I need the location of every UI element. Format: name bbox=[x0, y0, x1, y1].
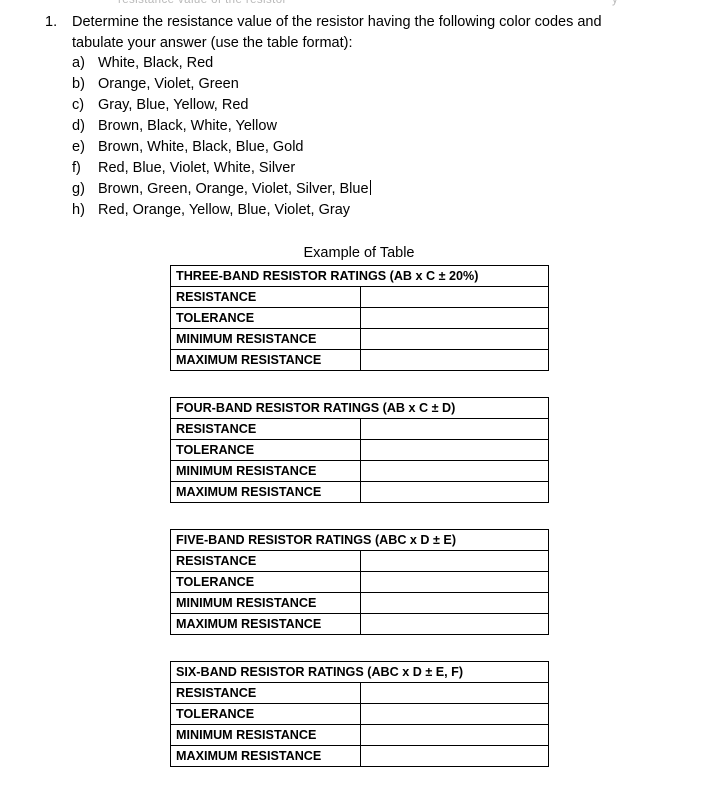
row-label-resistance: RESISTANCE bbox=[170, 550, 361, 572]
table-row: TOLERANCE bbox=[170, 703, 549, 725]
row-label-resistance: RESISTANCE bbox=[170, 418, 361, 440]
list-item-marker: c) bbox=[72, 97, 85, 113]
row-label-tolerance: TOLERANCE bbox=[170, 703, 361, 725]
table-header-cell: FIVE-BAND RESISTOR RATINGS (ABC x D ± E) bbox=[170, 529, 549, 551]
table-row: RESISTANCE bbox=[170, 682, 549, 704]
list-item-marker: a) bbox=[72, 55, 85, 71]
table-row: RESISTANCE bbox=[170, 418, 550, 440]
row-label-resistance: RESISTANCE bbox=[170, 682, 361, 704]
list-item-label: Red, Orange, Yellow, Blue, Violet, Gray bbox=[98, 202, 351, 218]
list-item-label: Red, Blue, Violet, White, Silver bbox=[98, 160, 296, 176]
row-value-maximum-resistance[interactable] bbox=[359, 481, 550, 503]
table-row: RESISTANCE bbox=[170, 286, 549, 308]
row-label-tolerance: TOLERANCE bbox=[170, 439, 361, 461]
table-header-cell: FOUR-BAND RESISTOR RATINGS (AB x C ± D) bbox=[169, 397, 550, 419]
table-row: MINIMUM RESISTANCE bbox=[170, 328, 549, 350]
table-row: MAXIMUM RESISTANCE bbox=[170, 349, 549, 371]
row-label-maximum-resistance: MAXIMUM RESISTANCE bbox=[170, 349, 361, 371]
list-item-marker: d) bbox=[72, 118, 85, 134]
list-item-label: White, Black, Red bbox=[98, 55, 214, 71]
question-block: 1. Determine the resistance value of the… bbox=[45, 12, 685, 221]
list-item-text: Brown, Green, Orange, Violet, Silver, Bl… bbox=[98, 181, 369, 197]
list-item-label: Gray, Blue, Yellow, Red bbox=[98, 97, 249, 113]
row-label-maximum-resistance: MAXIMUM RESISTANCE bbox=[170, 481, 361, 503]
row-label-resistance: RESISTANCE bbox=[170, 286, 361, 308]
row-label-minimum-resistance: MINIMUM RESISTANCE bbox=[170, 328, 361, 350]
list-item: d) Brown, Black, White, Yellow bbox=[72, 116, 685, 137]
list-item-marker: g) bbox=[72, 181, 85, 197]
list-item: c) Gray, Blue, Yellow, Red bbox=[72, 95, 685, 116]
question-text: Determine the resistance value of the re… bbox=[72, 12, 685, 53]
list-item: b) Orange, Violet, Green bbox=[72, 74, 685, 95]
three-band-resistor-table: THREE-BAND RESISTOR RATINGS (AB x C ± 20… bbox=[170, 265, 549, 371]
six-band-resistor-table: SIX-BAND RESISTOR RATINGS (ABC x D ± E, … bbox=[170, 661, 549, 767]
document-page: 1. Determine the resistance value of the… bbox=[0, 0, 722, 807]
list-item-label: Brown, Black, White, Yellow bbox=[98, 118, 277, 134]
row-label-maximum-resistance: MAXIMUM RESISTANCE bbox=[170, 613, 361, 635]
text-cursor-caret bbox=[369, 180, 371, 195]
table-header-row: THREE-BAND RESISTOR RATINGS (AB x C ± 20… bbox=[170, 265, 549, 287]
row-value-resistance[interactable] bbox=[360, 286, 549, 308]
row-value-minimum-resistance[interactable] bbox=[360, 724, 549, 746]
row-value-tolerance[interactable] bbox=[359, 439, 550, 461]
table-row: TOLERANCE bbox=[170, 439, 550, 461]
table-header-row: FOUR-BAND RESISTOR RATINGS (AB x C ± D) bbox=[169, 397, 550, 419]
table-row: MINIMUM RESISTANCE bbox=[170, 592, 549, 614]
table-header-row: SIX-BAND RESISTOR RATINGS (ABC x D ± E, … bbox=[170, 661, 549, 683]
row-value-maximum-resistance[interactable] bbox=[360, 745, 549, 767]
row-value-minimum-resistance[interactable] bbox=[360, 328, 549, 350]
table-row: MINIMUM RESISTANCE bbox=[170, 460, 550, 482]
list-item: a) White, Black, Red bbox=[72, 53, 685, 74]
list-item-label: Brown, White, Black, Blue, Gold bbox=[98, 139, 304, 155]
list-item: h) Red, Orange, Yellow, Blue, Violet, Gr… bbox=[72, 200, 685, 221]
table-row: MAXIMUM RESISTANCE bbox=[170, 745, 549, 767]
table-row: TOLERANCE bbox=[170, 307, 549, 329]
row-value-tolerance[interactable] bbox=[360, 307, 549, 329]
table-row: MAXIMUM RESISTANCE bbox=[170, 613, 549, 635]
row-value-maximum-resistance[interactable] bbox=[360, 349, 549, 371]
row-value-resistance[interactable] bbox=[360, 550, 549, 572]
list-item: e) Brown, White, Black, Blue, Gold bbox=[72, 137, 685, 158]
list-item-label: Brown, Green, Orange, Violet, Silver, Bl… bbox=[98, 179, 371, 200]
row-value-tolerance[interactable] bbox=[360, 571, 549, 593]
row-label-tolerance: TOLERANCE bbox=[170, 571, 361, 593]
list-item-marker: e) bbox=[72, 139, 85, 155]
row-value-maximum-resistance[interactable] bbox=[360, 613, 549, 635]
list-item: g) Brown, Green, Orange, Violet, Silver,… bbox=[72, 179, 685, 200]
row-label-maximum-resistance: MAXIMUM RESISTANCE bbox=[170, 745, 361, 767]
table-header-row: FIVE-BAND RESISTOR RATINGS (ABC x D ± E) bbox=[170, 529, 549, 551]
list-item-label: Orange, Violet, Green bbox=[98, 76, 239, 92]
row-value-resistance[interactable] bbox=[359, 418, 550, 440]
four-band-resistor-table: FOUR-BAND RESISTOR RATINGS (AB x C ± D) … bbox=[169, 397, 550, 503]
question-main: 1. Determine the resistance value of the… bbox=[45, 12, 685, 53]
row-value-minimum-resistance[interactable] bbox=[359, 460, 550, 482]
table-header-cell: THREE-BAND RESISTOR RATINGS (AB x C ± 20… bbox=[170, 265, 549, 287]
row-label-minimum-resistance: MINIMUM RESISTANCE bbox=[170, 592, 361, 614]
list-item-marker: h) bbox=[72, 202, 85, 218]
table-row: MINIMUM RESISTANCE bbox=[170, 724, 549, 746]
table-header-cell: SIX-BAND RESISTOR RATINGS (ABC x D ± E, … bbox=[170, 661, 549, 683]
question-number: 1. bbox=[45, 14, 58, 30]
list-item: f) Red, Blue, Violet, White, Silver bbox=[72, 158, 685, 179]
question-text-line-2: tabulate your answer (use the table form… bbox=[72, 34, 353, 51]
row-value-tolerance[interactable] bbox=[360, 703, 549, 725]
table-row: MAXIMUM RESISTANCE bbox=[170, 481, 550, 503]
row-value-resistance[interactable] bbox=[360, 682, 549, 704]
example-table-caption: Example of Table bbox=[303, 245, 415, 261]
table-row: RESISTANCE bbox=[170, 550, 549, 572]
question-text-line-1: Determine the resistance value of the re… bbox=[72, 14, 602, 30]
row-value-minimum-resistance[interactable] bbox=[360, 592, 549, 614]
row-label-minimum-resistance: MINIMUM RESISTANCE bbox=[170, 460, 361, 482]
list-item-marker: f) bbox=[72, 160, 81, 176]
five-band-resistor-table: FIVE-BAND RESISTOR RATINGS (ABC x D ± E)… bbox=[170, 529, 549, 635]
row-label-minimum-resistance: MINIMUM RESISTANCE bbox=[170, 724, 361, 746]
list-item-marker: b) bbox=[72, 76, 85, 92]
row-label-tolerance: TOLERANCE bbox=[170, 307, 361, 329]
question-sublist: a) White, Black, Red b) Orange, Violet, … bbox=[45, 53, 685, 221]
table-row: TOLERANCE bbox=[170, 571, 549, 593]
